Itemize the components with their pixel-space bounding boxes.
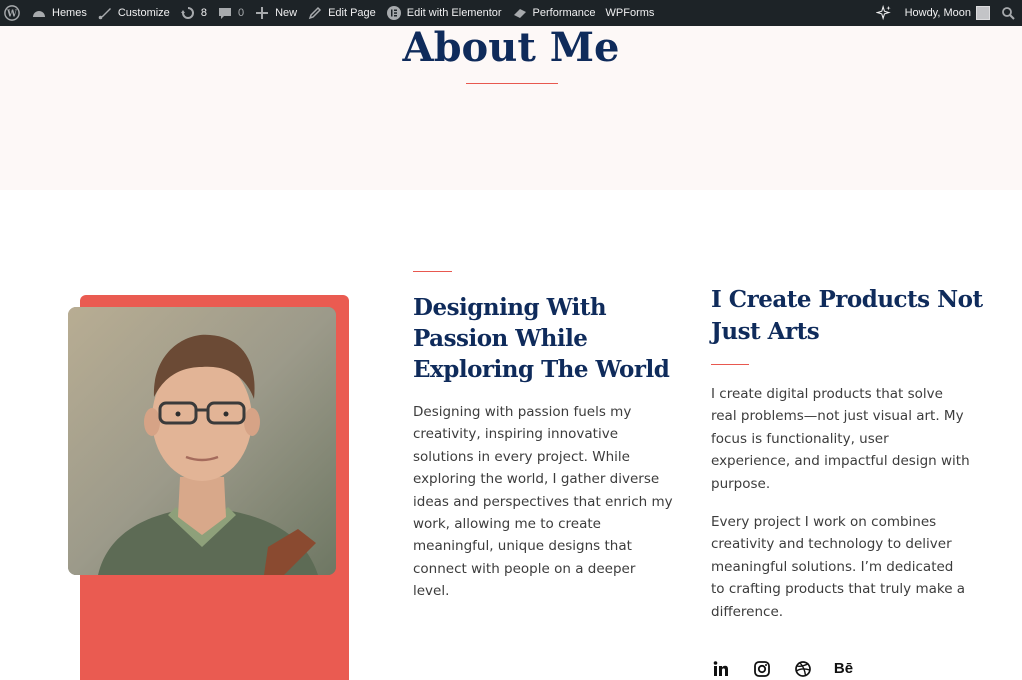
section-heading: Designing With Passion While Exploring T… xyxy=(413,294,670,383)
products-paragraph-1: I create digital products that solve rea… xyxy=(711,386,970,492)
products-paragraph-2: Every project I work on combines creativ… xyxy=(711,514,966,620)
instagram-icon[interactable] xyxy=(752,659,771,678)
title-divider xyxy=(466,83,558,84)
behance-icon[interactable]: Bē xyxy=(834,659,853,678)
page-hero: About Me xyxy=(0,24,1022,190)
section-divider xyxy=(413,271,452,272)
linkedin-icon[interactable] xyxy=(711,659,730,678)
products-divider xyxy=(711,364,749,365)
social-links: Bē xyxy=(711,659,853,678)
products-heading: I Create Products Not Just Arts xyxy=(711,286,983,345)
section-paragraph: Designing with passion fuels my creativi… xyxy=(413,404,673,600)
profile-photo xyxy=(68,307,336,575)
dribbble-icon[interactable] xyxy=(793,659,812,678)
page-title: About Me xyxy=(402,24,620,71)
